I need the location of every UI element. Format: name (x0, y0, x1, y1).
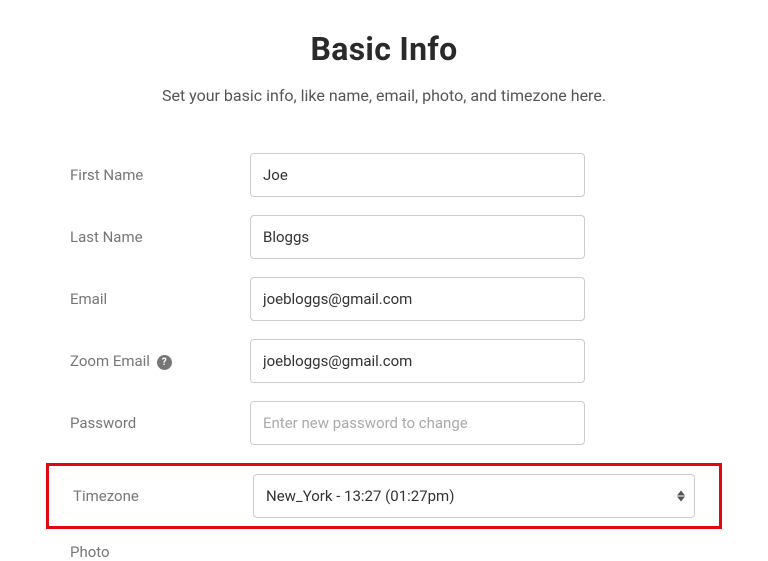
password-input[interactable] (250, 401, 585, 445)
first-name-label: First Name (70, 166, 250, 184)
zoom-email-label-text: Zoom Email (70, 352, 150, 370)
password-label: Password (70, 414, 250, 432)
zoom-email-label: Zoom Email ? (70, 352, 250, 370)
password-row: Password (60, 401, 708, 445)
timezone-row: Timezone New_York - 13:27 (01:27pm) (49, 474, 719, 518)
first-name-input[interactable] (250, 153, 585, 197)
first-name-row: First Name (60, 153, 708, 197)
last-name-row: Last Name (60, 215, 708, 259)
email-label: Email (70, 290, 250, 308)
page-subtitle: Set your basic info, like name, email, p… (60, 86, 708, 105)
timezone-select[interactable]: New_York - 13:27 (01:27pm) (253, 474, 695, 518)
timezone-highlight-box: Timezone New_York - 13:27 (01:27pm) (46, 463, 722, 529)
zoom-email-row: Zoom Email ? (60, 339, 708, 383)
email-row: Email (60, 277, 708, 321)
email-input[interactable] (250, 277, 585, 321)
timezone-label: Timezone (73, 487, 253, 505)
last-name-input[interactable] (250, 215, 585, 259)
zoom-email-input[interactable] (250, 339, 585, 383)
photo-row: Photo (60, 543, 708, 561)
help-icon[interactable]: ? (157, 355, 172, 370)
page-title: Basic Info (60, 30, 708, 68)
photo-label: Photo (70, 543, 250, 561)
last-name-label: Last Name (70, 228, 250, 246)
